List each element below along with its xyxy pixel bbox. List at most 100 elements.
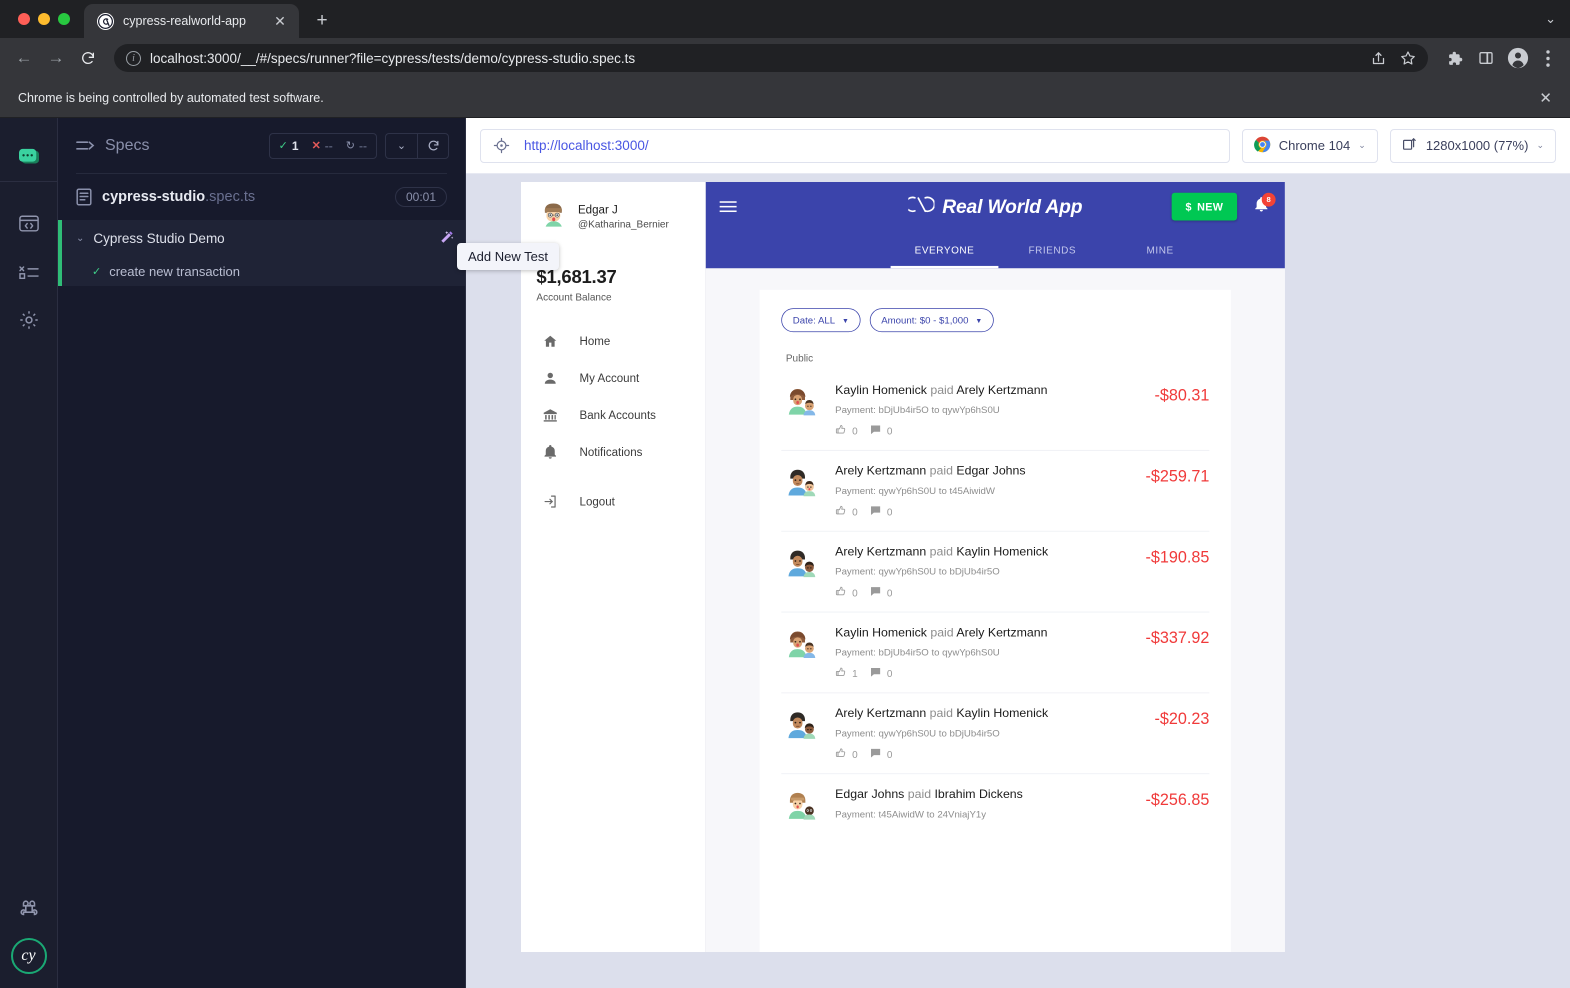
like-count: 0 bbox=[852, 748, 858, 760]
transaction-description: Payment: qywYp6hS0U to bDjUb4ir5O bbox=[835, 566, 1128, 577]
specs-browser-icon[interactable] bbox=[9, 200, 49, 248]
specs-stats-group: ✓ 1 ✕ -- ↻ -- ⌄ bbox=[269, 133, 449, 159]
cypress-app-icon[interactable] bbox=[0, 134, 57, 182]
aut-url-field[interactable]: http://localhost:3000/ bbox=[480, 129, 1230, 163]
specs-list-icon bbox=[76, 139, 95, 153]
man-and-boy-emoji bbox=[786, 466, 818, 498]
transaction-sender: Arely Kertzmann bbox=[835, 707, 926, 720]
comment-button[interactable]: 0 bbox=[870, 424, 893, 438]
transaction-item[interactable]: Edgar Johns paid Ibrahim Dickens Payment… bbox=[781, 773, 1209, 834]
transaction-verb: paid bbox=[930, 465, 953, 478]
close-icon[interactable]: ✕ bbox=[271, 12, 289, 30]
tab-mine[interactable]: MINE bbox=[1106, 231, 1214, 268]
reload-icon[interactable] bbox=[74, 44, 102, 72]
tab-everyone[interactable]: EVERYONE bbox=[891, 231, 999, 268]
browser-label: Chrome 104 bbox=[1279, 138, 1351, 153]
stat-failed: ✕ -- bbox=[312, 139, 333, 153]
kebab-menu-icon[interactable] bbox=[1536, 44, 1560, 72]
star-icon[interactable] bbox=[1400, 50, 1416, 66]
omnibox-right-icons bbox=[1371, 50, 1416, 66]
arrow-right-icon[interactable]: → bbox=[42, 44, 70, 72]
profile-avatar-icon[interactable] bbox=[1504, 44, 1532, 72]
notifications-button[interactable]: 8 bbox=[1251, 195, 1271, 218]
transaction-title: Arely Kertzmann paid Kaylin Homenick bbox=[835, 707, 1137, 721]
check-icon: ✓ bbox=[279, 139, 288, 152]
like-button[interactable]: 0 bbox=[835, 505, 858, 519]
browser-tab-strip: cypress-realworld-app ✕ + ⌄ bbox=[0, 0, 1570, 38]
rwa-tabs: EVERYONE FRIENDS MINE bbox=[706, 231, 1285, 268]
selector-target-icon[interactable] bbox=[493, 137, 510, 154]
hamburger-menu-icon[interactable] bbox=[720, 201, 737, 212]
rwa-header-right: $ NEW 8 bbox=[1172, 193, 1271, 221]
plus-icon[interactable]: + bbox=[308, 7, 336, 35]
transaction-body: Kaylin Homenick paid Arely Kertzmann Pay… bbox=[835, 384, 1137, 438]
like-button[interactable]: 0 bbox=[835, 747, 858, 761]
transaction-sender: Kaylin Homenick bbox=[835, 626, 927, 639]
runs-list-icon[interactable] bbox=[9, 248, 49, 296]
logout-icon bbox=[541, 494, 559, 509]
window-maximize-button[interactable] bbox=[58, 13, 70, 25]
arrow-left-icon[interactable]: ← bbox=[10, 44, 38, 72]
amount-filter-chip[interactable]: Amount: $0 - $1,000 ▼ bbox=[870, 308, 994, 332]
transaction-amount: -$259.71 bbox=[1146, 465, 1210, 487]
chevron-down-icon[interactable]: ⌄ bbox=[1545, 11, 1556, 27]
chevron-down-icon[interactable]: ⌄ bbox=[385, 133, 417, 159]
info-circle-icon[interactable]: i bbox=[126, 51, 141, 66]
sidebar-item-my-account[interactable]: My Account bbox=[521, 360, 705, 397]
transaction-item[interactable]: Arely Kertzmann paid Edgar Johns Payment… bbox=[781, 450, 1209, 531]
transaction-description: Payment: bDjUb4ir5O to qywYp6hS0U bbox=[835, 647, 1128, 658]
new-button-label: NEW bbox=[1197, 200, 1223, 212]
transaction-actions: 0 0 bbox=[835, 585, 1128, 599]
transaction-item[interactable]: Kaylin Homenick paid Arely Kertzmann Pay… bbox=[781, 612, 1209, 693]
date-filter-chip[interactable]: Date: ALL ▼ bbox=[781, 308, 860, 332]
cypress-cy-logo-icon[interactable]: cy bbox=[11, 938, 47, 974]
transaction-item[interactable]: Arely Kertzmann paid Kaylin Homenick Pay… bbox=[781, 531, 1209, 612]
extensions-puzzle-icon[interactable] bbox=[1440, 44, 1468, 72]
comment-button[interactable]: 0 bbox=[870, 666, 893, 680]
thumbs-up-icon bbox=[835, 747, 847, 761]
rwa-user-handle: @Katharina_Bernier bbox=[578, 218, 669, 230]
sidebar-item-notifications[interactable]: Notifications bbox=[521, 434, 705, 471]
transaction-verb: paid bbox=[930, 545, 953, 558]
share-icon[interactable] bbox=[1371, 51, 1386, 66]
comment-button[interactable]: 0 bbox=[870, 585, 893, 599]
like-count: 0 bbox=[852, 587, 858, 599]
chevron-down-icon: ▼ bbox=[842, 316, 849, 324]
reload-icon[interactable] bbox=[417, 133, 449, 159]
like-button[interactable]: 0 bbox=[835, 585, 858, 599]
close-icon[interactable]: ✕ bbox=[1539, 89, 1552, 107]
spec-file-row[interactable]: cypress-studio.spec.ts 00:01 bbox=[58, 174, 465, 220]
chevron-down-icon[interactable]: ⌄ bbox=[76, 233, 84, 244]
rwa-user-meta: Edgar J @Katharina_Bernier bbox=[578, 200, 669, 229]
keyboard-shortcuts-icon[interactable] bbox=[9, 894, 49, 924]
comment-button[interactable]: 0 bbox=[870, 747, 893, 761]
like-button[interactable]: 0 bbox=[835, 424, 858, 438]
transaction-item[interactable]: Arely Kertzmann paid Kaylin Homenick Pay… bbox=[781, 693, 1209, 774]
transaction-actions: 1 0 bbox=[835, 666, 1128, 680]
sidebar-item-label: Bank Accounts bbox=[580, 409, 656, 422]
settings-gear-icon[interactable] bbox=[9, 296, 49, 344]
magic-wand-icon[interactable] bbox=[437, 229, 455, 247]
sidebar-item-logout[interactable]: Logout bbox=[521, 483, 705, 520]
suite-row[interactable]: ⌄ Cypress Studio Demo bbox=[58, 220, 465, 256]
sidebar-item-bank-accounts[interactable]: Bank Accounts bbox=[521, 397, 705, 434]
window-minimize-button[interactable] bbox=[38, 13, 50, 25]
transaction-item[interactable]: Kaylin Homenick paid Arely Kertzmann Pay… bbox=[781, 370, 1209, 450]
side-panel-icon[interactable] bbox=[1472, 44, 1500, 72]
rwa-user-block: Edgar J @Katharina_Bernier bbox=[521, 196, 705, 235]
sidebar-item-home[interactable]: Home bbox=[521, 323, 705, 360]
tab-friends[interactable]: FRIENDS bbox=[998, 231, 1106, 268]
rwa-logo-icon bbox=[908, 194, 934, 219]
address-bar[interactable]: i localhost:3000/__/#/specs/runner?file=… bbox=[114, 44, 1428, 72]
browser-tab[interactable]: cypress-realworld-app ✕ bbox=[84, 4, 299, 38]
runner-panel: http://localhost:3000/ Chrome 104 ⌄ 1280… bbox=[466, 118, 1570, 988]
transaction-sender: Kaylin Homenick bbox=[835, 384, 927, 397]
browser-selector-button[interactable]: Chrome 104 ⌄ bbox=[1242, 129, 1378, 163]
browser-tab-title: cypress-realworld-app bbox=[123, 14, 262, 28]
new-transaction-button[interactable]: $ NEW bbox=[1172, 193, 1237, 221]
like-button[interactable]: 1 bbox=[835, 666, 858, 680]
test-row[interactable]: ✓ create new transaction bbox=[58, 256, 465, 286]
viewport-selector-button[interactable]: 1280x1000 (77%) ⌄ bbox=[1390, 129, 1556, 163]
comment-button[interactable]: 0 bbox=[870, 505, 893, 519]
window-close-button[interactable] bbox=[18, 13, 30, 25]
